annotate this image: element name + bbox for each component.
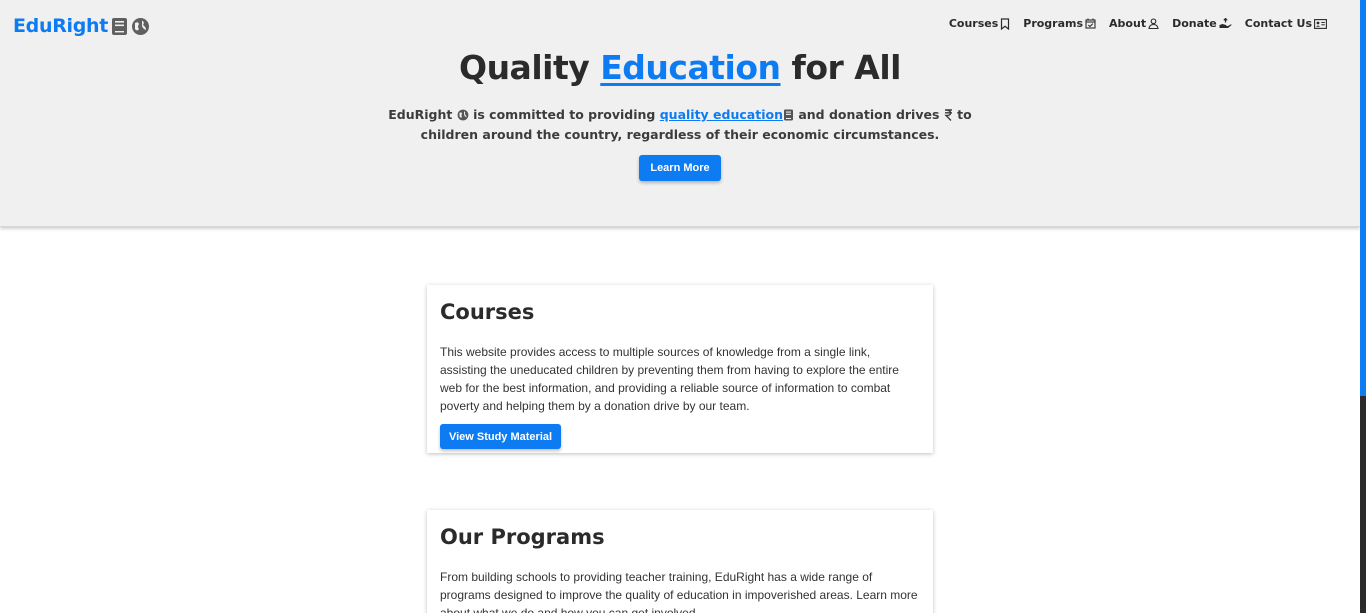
nav-programs-label: Programs [1023, 17, 1084, 30]
nav-courses-label: Courses [948, 17, 999, 30]
card-title: Our Programs [440, 525, 605, 549]
view-study-material-button[interactable]: View Study Material [440, 424, 561, 449]
nav-about-label: About [1109, 17, 1147, 30]
brand-name: EduRight [13, 15, 109, 37]
hero-sub-text-2: and donation drives [798, 107, 940, 122]
scrollbar[interactable] [1360, 0, 1366, 613]
card-body: This website provides access to multiple… [440, 345, 899, 413]
hero-title-post: for All [791, 48, 902, 87]
hero-sub-text: is committed to providing [473, 107, 656, 122]
nav-about[interactable]: About [1109, 17, 1159, 30]
bookmark-icon [1000, 17, 1010, 30]
hero-title: Quality Education for All [0, 48, 1360, 87]
nav-contact[interactable]: Contact Us [1245, 17, 1327, 30]
rupee-icon [944, 108, 953, 126]
quality-education-link[interactable]: quality education [660, 107, 783, 122]
card-title: Courses [440, 300, 535, 324]
nav-donate[interactable]: Donate [1172, 17, 1232, 30]
card-body: From building schools to providing teach… [440, 570, 918, 613]
hand-holding-icon [1219, 18, 1232, 29]
courses-card: Courses This website provides access to … [427, 285, 933, 453]
hero-sub-text-4: children around the country, regardless … [420, 127, 940, 142]
hero-sub-brand: EduRight [388, 107, 453, 122]
nav-programs[interactable]: Programs [1023, 17, 1096, 30]
globe-icon [457, 108, 469, 126]
book-icon [111, 17, 128, 36]
hero-title-highlight: Education [600, 48, 781, 87]
brand-logo[interactable]: EduRight [13, 13, 150, 39]
globe-icon [131, 17, 150, 36]
person-icon [1148, 18, 1159, 29]
nav-courses[interactable]: Courses [949, 17, 1010, 30]
hero-title-pre: Quality [459, 48, 590, 87]
programs-card: Our Programs From building schools to pr… [427, 510, 933, 613]
nav-contact-label: Contact Us [1244, 17, 1312, 30]
calendar-check-icon [1085, 18, 1096, 29]
book-icon [783, 108, 794, 126]
contact-card-icon [1314, 18, 1327, 29]
hero-section: EduRight Courses Programs About Donate C… [0, 0, 1360, 227]
scrollbar-thumb[interactable] [1360, 0, 1366, 396]
main-nav: Courses Programs About Donate Contact Us [949, 17, 1327, 30]
hero-sub-text-3: to [957, 107, 972, 122]
hero-subtitle: EduRight is committed to providing quali… [0, 106, 1360, 144]
learn-more-button[interactable]: Learn More [639, 155, 721, 181]
page: EduRight Courses Programs About Donate C… [0, 0, 1366, 613]
nav-donate-label: Donate [1172, 17, 1217, 30]
